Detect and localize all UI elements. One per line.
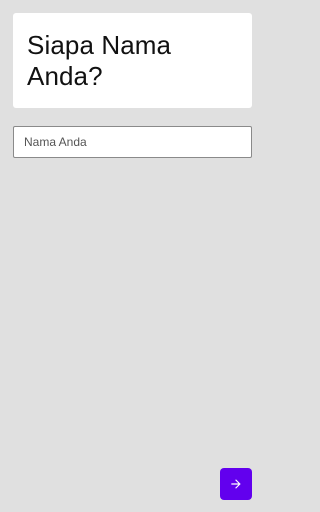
arrow-right-icon: [229, 477, 243, 491]
next-button[interactable]: [220, 468, 252, 500]
question-card: Siapa Nama Anda?: [13, 13, 252, 108]
name-input[interactable]: [13, 126, 252, 158]
question-title: Siapa Nama Anda?: [27, 30, 172, 91]
screen: Siapa Nama Anda?: [0, 0, 265, 512]
